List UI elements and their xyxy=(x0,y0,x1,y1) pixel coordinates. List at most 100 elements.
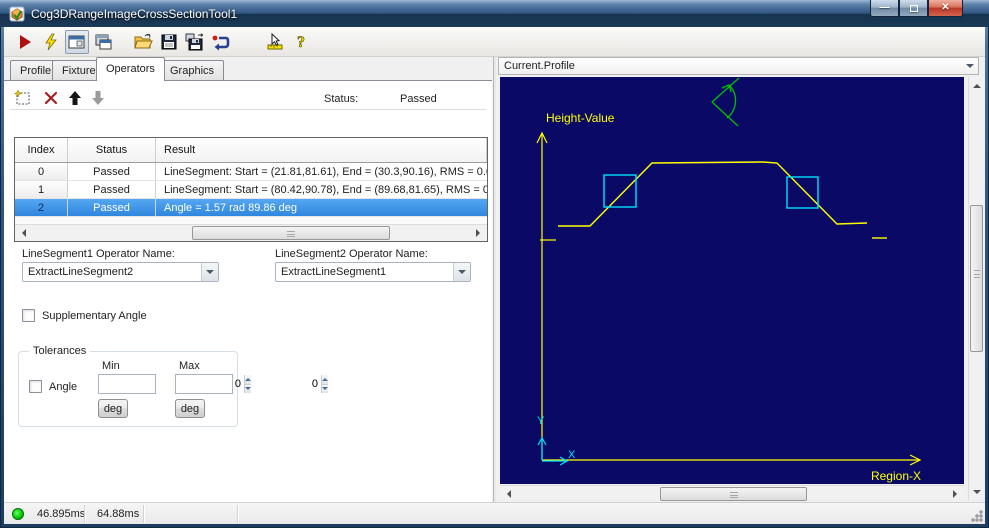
reset-button[interactable] xyxy=(209,30,233,54)
scroll-up-button[interactable] xyxy=(969,77,984,93)
chevron-down-icon xyxy=(458,269,466,278)
scroll-down-icon xyxy=(972,489,981,498)
max-spinner xyxy=(175,374,328,394)
maximize-icon xyxy=(909,4,918,12)
run-button[interactable] xyxy=(13,30,37,54)
minimize-button[interactable]: — xyxy=(870,0,899,17)
tab-graphics[interactable]: Graphics xyxy=(160,60,225,81)
save-button[interactable] xyxy=(157,30,181,54)
operators-toolbar: Status: Passed xyxy=(4,85,492,109)
tab-operators[interactable]: Operators xyxy=(96,57,165,81)
table-row[interactable]: 1 Passed LineSegment: Start = (80.42,90.… xyxy=(15,181,487,199)
max-unit-button[interactable]: deg xyxy=(175,399,205,418)
scroll-right-button[interactable] xyxy=(947,486,964,502)
scroll-left-icon xyxy=(18,229,26,237)
graph-h-scrollbar[interactable] xyxy=(500,485,964,502)
cell-index: 1 xyxy=(15,181,68,198)
cell-index: 2 xyxy=(15,199,68,216)
max-spin-up-button[interactable] xyxy=(322,375,328,384)
floating-display-button[interactable] xyxy=(91,30,115,54)
min-unit-button[interactable]: deg xyxy=(98,399,128,418)
scroll-left-button[interactable] xyxy=(15,225,32,241)
combo-value: ExtractLineSegment1 xyxy=(281,266,387,278)
segment2-box xyxy=(786,176,819,209)
add-operator-button[interactable] xyxy=(14,89,31,106)
help-button[interactable]: ? xyxy=(289,30,313,54)
v-scrollbar-thumb[interactable] xyxy=(970,205,983,352)
profile-display-panel: Current.Profile Height-Value Region-X Y … xyxy=(496,57,985,502)
result-display-button[interactable] xyxy=(65,29,89,54)
operators-panel: Profile Fixture Operators Graphics Statu… xyxy=(4,57,492,502)
combo-dropdown-button[interactable] xyxy=(453,263,470,281)
chevron-down-icon xyxy=(206,269,214,278)
tool-pointer-button[interactable] xyxy=(263,30,287,54)
close-icon: ✕ xyxy=(941,2,950,13)
linesegment2-combo[interactable]: ExtractLineSegment1 xyxy=(275,262,471,282)
floating-display-icon xyxy=(95,34,112,49)
delete-operator-icon xyxy=(44,91,57,104)
graph-v-scrollbar[interactable] xyxy=(968,77,984,500)
save-as-icon xyxy=(185,32,204,50)
angle-tolerance-checkbox[interactable] xyxy=(29,380,42,393)
tool-pointer-icon xyxy=(267,32,283,49)
record-selector-combo[interactable]: Current.Profile xyxy=(498,57,979,75)
scroll-down-button[interactable] xyxy=(969,484,984,500)
supplementary-angle-row: Supplementary Angle xyxy=(22,309,147,322)
linesegment1-combo[interactable]: ExtractLineSegment2 xyxy=(22,262,219,282)
toolbar-separator xyxy=(10,109,486,110)
column-header-result[interactable]: Result xyxy=(156,138,487,162)
max-input[interactable] xyxy=(176,375,321,393)
chevron-down-icon xyxy=(965,63,974,72)
h-scrollbar-thumb[interactable] xyxy=(660,487,807,501)
max-spin-down-button[interactable] xyxy=(322,383,328,393)
maximize-button[interactable] xyxy=(899,0,928,17)
delete-operator-button[interactable] xyxy=(42,89,59,106)
profile-graph[interactable]: Height-Value Region-X Y X xyxy=(500,77,964,484)
cell-status: Passed xyxy=(68,181,156,198)
table-h-scrollbar[interactable] xyxy=(15,224,487,241)
scroll-right-icon xyxy=(953,490,961,498)
electric-run-button[interactable] xyxy=(39,30,63,54)
tab-strip: Profile Fixture Operators Graphics xyxy=(4,57,492,81)
cell-status: Passed xyxy=(68,163,156,180)
run-icon xyxy=(20,34,31,49)
linesegment2-label: LineSegment2 Operator Name: xyxy=(275,248,428,260)
status-value: Passed xyxy=(400,93,437,105)
move-down-icon xyxy=(91,90,104,105)
supplementary-angle-label: Supplementary Angle xyxy=(42,309,147,322)
operators-tab-page: Status: Passed Index Status Result 0 Pas… xyxy=(4,80,492,502)
origin-y-label: Y xyxy=(537,415,545,427)
profile-plot: Height-Value Region-X Y X xyxy=(536,77,922,483)
spin-down-icon xyxy=(322,386,328,393)
line-segment-markers xyxy=(603,174,819,209)
tolerances-caption: Tolerances xyxy=(29,345,91,357)
move-up-button[interactable] xyxy=(66,89,83,106)
open-button[interactable] xyxy=(131,30,155,54)
close-button[interactable]: ✕ xyxy=(928,0,963,17)
result-display-icon xyxy=(68,35,85,48)
column-header-status[interactable]: Status xyxy=(68,138,156,162)
scroll-left-button[interactable] xyxy=(500,486,517,502)
status-bar: 46.895ms 64.88ms xyxy=(4,502,985,524)
max-label: Max xyxy=(179,360,200,372)
min-label: Min xyxy=(102,360,120,372)
save-as-button[interactable] xyxy=(183,30,207,54)
column-header-index[interactable]: Index xyxy=(15,138,68,162)
origin-x-label: X xyxy=(568,449,576,461)
supplementary-angle-checkbox[interactable] xyxy=(22,309,35,322)
tolerances-group: Tolerances Angle Min Max 0 0 deg deg xyxy=(18,345,328,427)
save-icon xyxy=(161,34,177,49)
segment1-box xyxy=(603,174,637,208)
reset-icon xyxy=(212,35,230,50)
scroll-right-button[interactable] xyxy=(470,225,487,241)
combo-dropdown-button[interactable] xyxy=(201,263,218,281)
table-row-selected[interactable]: 2 Passed Angle = 1.57 rad 89.86 deg xyxy=(15,199,487,217)
table-row[interactable]: 0 Passed LineSegment: Start = (21.81,81.… xyxy=(15,163,487,181)
cell-index: 0 xyxy=(15,163,68,180)
title-bar[interactable]: Cog3DRangeImageCrossSectionTool1 — ✕ xyxy=(0,0,989,27)
move-down-button[interactable] xyxy=(89,89,106,106)
h-scrollbar-thumb[interactable] xyxy=(192,226,390,240)
resize-grip[interactable] xyxy=(970,509,983,522)
execution-time: 46.895ms xyxy=(37,508,86,520)
cell-result: Angle = 1.57 rad 89.86 deg xyxy=(164,201,298,214)
